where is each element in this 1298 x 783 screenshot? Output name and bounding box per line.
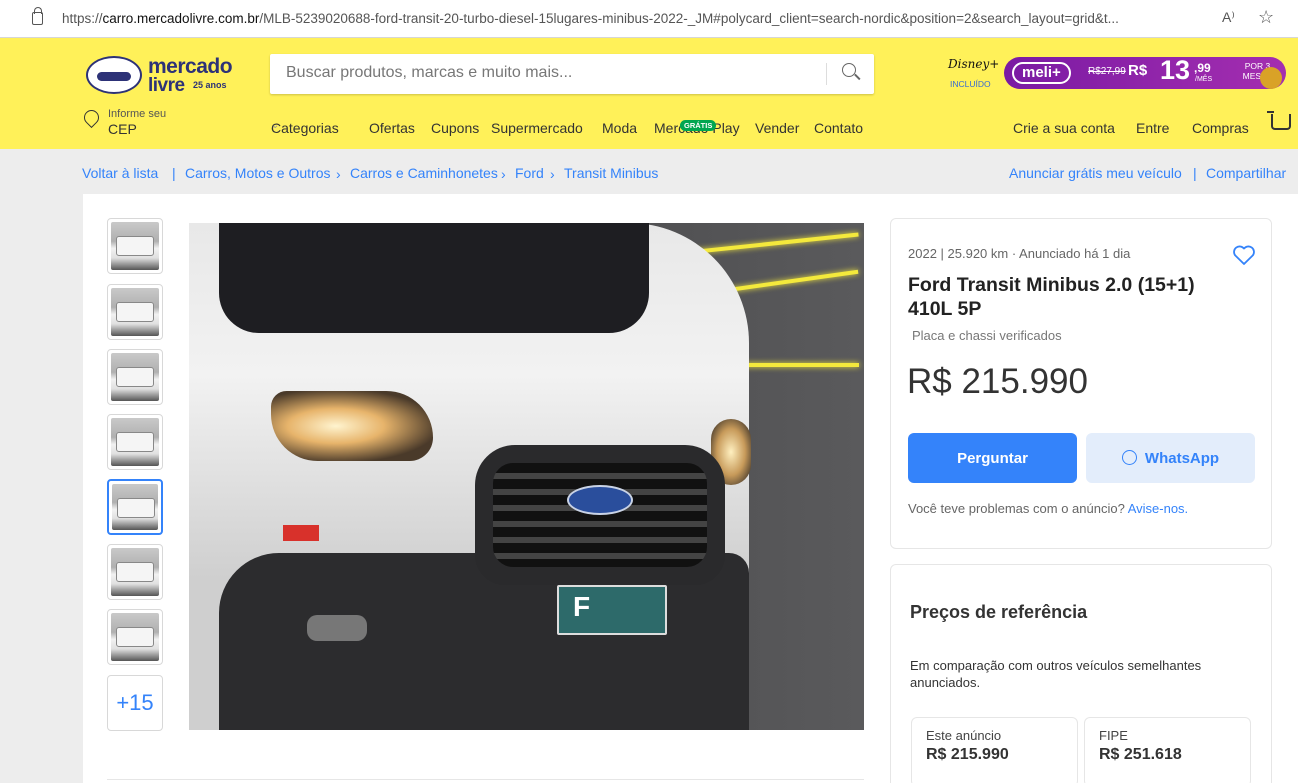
report-problem-text: Você teve problemas com o anúncio? Avise… bbox=[908, 501, 1188, 516]
breadcrumb-item[interactable]: Ford bbox=[515, 165, 544, 181]
thumbnail-image bbox=[111, 613, 159, 661]
gallery-thumbnail[interactable] bbox=[107, 349, 163, 405]
promo-per-month: /MÊS bbox=[1195, 76, 1213, 83]
purchases-link[interactable]: Compras bbox=[1192, 120, 1249, 136]
nav-ofertas[interactable]: Ofertas bbox=[369, 120, 415, 136]
photo-license-plate bbox=[557, 585, 667, 635]
section-divider bbox=[107, 779, 864, 780]
url-prefix: https:// bbox=[62, 11, 103, 26]
nav-vender[interactable]: Vender bbox=[755, 120, 799, 136]
url-path: /MLB-5239020688-ford-transit-20-turbo-di… bbox=[259, 11, 1119, 26]
reference-cell-fipe: FIPE R$ 251.618 bbox=[1084, 717, 1251, 783]
main-vehicle-photo[interactable] bbox=[189, 223, 864, 730]
nav-supermercado[interactable]: Supermercado bbox=[491, 120, 583, 136]
thumbnail-image bbox=[111, 353, 159, 401]
thumbnail-image bbox=[111, 418, 159, 466]
login-link[interactable]: Entre bbox=[1136, 120, 1169, 136]
search-divider bbox=[826, 63, 827, 85]
photo-fog-light bbox=[307, 615, 367, 641]
disney-logo: Disney+ bbox=[948, 57, 1000, 71]
cep-label: CEP bbox=[108, 121, 137, 137]
url-text[interactable]: https://carro.mercadolivre.com.br/MLB-52… bbox=[62, 11, 1202, 26]
cart-icon[interactable] bbox=[1267, 111, 1291, 130]
favorite-star-icon[interactable]: ☆ bbox=[1258, 7, 1274, 28]
listing-title: Ford Transit Minibus 2.0 (15+1) 410L 5P bbox=[908, 274, 1195, 320]
gallery-thumbnail-active[interactable] bbox=[107, 479, 163, 535]
thumbnail-image bbox=[112, 484, 158, 530]
reference-cell-value: R$ 215.990 bbox=[926, 746, 1009, 763]
whatsapp-button[interactable]: WhatsApp bbox=[1086, 433, 1255, 483]
thumbnail-image bbox=[111, 548, 159, 596]
chevron-right-icon: › bbox=[501, 166, 506, 182]
nav-contato[interactable]: Contato bbox=[814, 120, 863, 136]
lock-icon[interactable] bbox=[32, 7, 43, 25]
search-bar bbox=[270, 54, 874, 94]
whatsapp-label: WhatsApp bbox=[1144, 449, 1220, 467]
create-account-link[interactable]: Crie a sua conta bbox=[1013, 120, 1115, 136]
gallery-thumbnail[interactable] bbox=[107, 609, 163, 665]
meli-plus-pill: meli+ R$27,99 R$ 13 ,99 /MÊS POR 3 MESES bbox=[1004, 55, 1286, 89]
breadcrumb-separator: | bbox=[172, 165, 176, 181]
meli-plus-promo-banner[interactable]: Disney+ INCLUÍDO meli+ R$27,99 R$ 13 ,99… bbox=[936, 53, 1286, 95]
nav-cupons[interactable]: Cupons bbox=[431, 120, 479, 136]
ask-button[interactable]: Perguntar bbox=[908, 433, 1077, 483]
photo-headlight bbox=[271, 391, 433, 461]
reference-prices-description: Em comparação com outros veículos semelh… bbox=[910, 658, 1202, 690]
breadcrumb-item[interactable]: Carros, Motos e Outros bbox=[185, 165, 331, 181]
verified-label: Placa e chassi verificados bbox=[912, 328, 1062, 343]
url-domain: carro.mercadolivre.com.br bbox=[102, 11, 260, 26]
report-link[interactable]: Avise-nos. bbox=[1128, 501, 1188, 516]
chevron-down-icon: ⌄ bbox=[271, 120, 280, 131]
promo-cents: ,99 bbox=[1194, 61, 1211, 75]
reference-cell-this-listing: Este anúncio R$ 215.990 bbox=[911, 717, 1078, 783]
meli-plus-logo: meli+ bbox=[1012, 62, 1071, 84]
promo-decoration-icon bbox=[1260, 67, 1282, 89]
promo-old-price: R$27,99 bbox=[1088, 66, 1126, 77]
share-link[interactable]: Compartilhar bbox=[1206, 165, 1286, 181]
whatsapp-icon bbox=[1121, 449, 1137, 465]
photo-red-sticker bbox=[283, 525, 319, 541]
nav-moda[interactable]: Moda bbox=[602, 120, 637, 136]
gallery-more-photos[interactable]: +15 bbox=[107, 675, 163, 731]
photo-ford-emblem bbox=[567, 485, 633, 515]
promo-currency: R$ bbox=[1128, 62, 1148, 79]
reference-cell-label: Este anúncio bbox=[926, 728, 1002, 743]
breadcrumb-separator: | bbox=[1193, 165, 1197, 181]
search-icon[interactable] bbox=[842, 63, 856, 77]
search-input[interactable] bbox=[286, 64, 816, 82]
chevron-right-icon: › bbox=[336, 166, 341, 182]
thumbnail-image bbox=[111, 288, 159, 336]
reference-cell-value: R$ 251.618 bbox=[1099, 746, 1182, 763]
thumbnail-image bbox=[111, 222, 159, 270]
gallery-thumbnail[interactable] bbox=[107, 414, 163, 470]
disney-included-label: INCLUÍDO bbox=[950, 79, 991, 89]
cep-prompt: Informe seu bbox=[108, 108, 167, 120]
site-header: mercado livre 25 anos Disney+ INCLUÍDO m… bbox=[0, 38, 1298, 149]
promo-price: 13 bbox=[1160, 55, 1191, 85]
photo-windshield bbox=[219, 223, 649, 333]
listing-price: R$ 215.990 bbox=[907, 362, 1088, 401]
photo-grille bbox=[475, 445, 725, 585]
reference-cell-label: FIPE bbox=[1099, 728, 1128, 743]
handshake-icon bbox=[86, 56, 142, 94]
gallery-thumbnail[interactable] bbox=[107, 544, 163, 600]
read-aloud-icon[interactable]: A⁾ bbox=[1222, 9, 1235, 26]
mercadolivre-logo[interactable]: mercado livre 25 anos bbox=[86, 55, 256, 96]
breadcrumb-item[interactable]: Carros e Caminhonetes bbox=[350, 165, 498, 181]
logo-anniversary: 25 anos bbox=[193, 80, 227, 90]
listing-meta: 2022 | 25.920 km · Anunciado há 1 dia bbox=[908, 246, 1131, 261]
advertise-free-link[interactable]: Anunciar grátis meu veículo bbox=[1009, 165, 1182, 181]
back-to-list-link[interactable]: Voltar à lista bbox=[82, 165, 158, 181]
favorite-heart-icon[interactable] bbox=[1232, 244, 1256, 266]
gallery-thumbnail[interactable] bbox=[107, 284, 163, 340]
logo-text-livre: livre bbox=[148, 75, 185, 96]
gallery-thumbnail[interactable] bbox=[107, 218, 163, 274]
gratis-badge: GRÁTIS bbox=[680, 120, 717, 131]
chevron-right-icon: › bbox=[550, 166, 555, 182]
problem-question: Você teve problemas com o anúncio? bbox=[908, 501, 1125, 516]
breadcrumb-item[interactable]: Transit Minibus bbox=[564, 165, 658, 181]
browser-address-bar[interactable]: https://carro.mercadolivre.com.br/MLB-52… bbox=[0, 0, 1298, 38]
location-pin-icon bbox=[80, 106, 103, 129]
reference-prices-title: Preços de referência bbox=[910, 602, 1088, 622]
